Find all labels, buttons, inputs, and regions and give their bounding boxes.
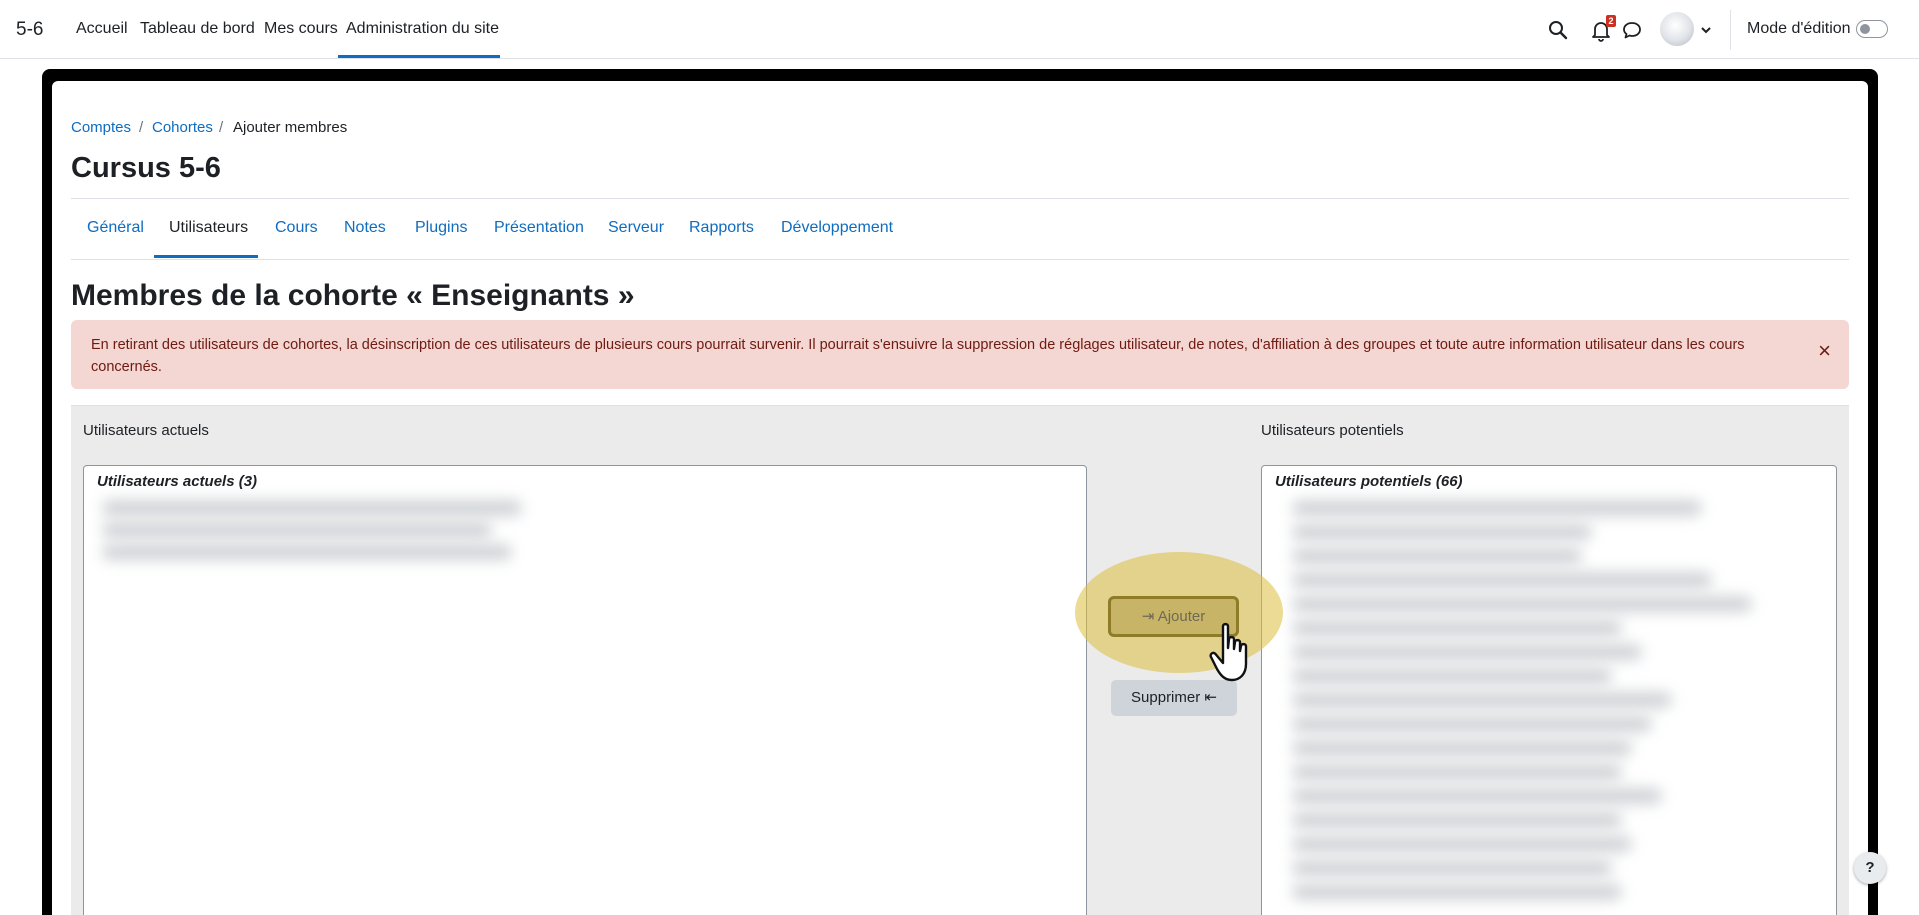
list-item[interactable] <box>1292 860 1612 876</box>
toggle-knob <box>1860 24 1870 34</box>
list-item[interactable] <box>1292 812 1622 828</box>
tab-notes[interactable]: Notes <box>344 219 386 237</box>
tab-serveur[interactable]: Serveur <box>608 219 664 237</box>
potential-users-label: Utilisateurs potentiels <box>1261 422 1404 439</box>
list-item[interactable] <box>1292 596 1752 612</box>
breadcrumb-current: Ajouter membres <box>233 119 348 136</box>
list-item[interactable] <box>102 544 512 560</box>
warning-alert: En retirant des utilisateurs de cohortes… <box>71 320 1849 389</box>
current-users-label: Utilisateurs actuels <box>83 422 209 439</box>
list-item[interactable] <box>1292 524 1592 540</box>
remove-button[interactable]: Supprimer ⇤ <box>1111 680 1237 716</box>
tab-cours[interactable]: Cours <box>275 219 318 237</box>
tab-general[interactable]: Général <box>87 219 144 237</box>
breadcrumb-separator: / <box>139 119 144 136</box>
nav-item-administration[interactable]: Administration du site <box>346 20 499 38</box>
divider <box>71 198 1849 199</box>
list-item[interactable] <box>1292 644 1642 660</box>
user-avatar[interactable] <box>1660 12 1694 46</box>
list-item[interactable] <box>1292 836 1632 852</box>
list-item[interactable] <box>1292 500 1702 516</box>
breadcrumb-link-cohortes[interactable]: Cohortes <box>152 119 213 136</box>
tab-presentation[interactable]: Présentation <box>494 219 584 237</box>
edit-mode-label: Mode d'édition <box>1747 20 1851 37</box>
search-icon[interactable] <box>1546 18 1570 42</box>
edit-mode-toggle[interactable] <box>1856 20 1888 38</box>
tab-plugins[interactable]: Plugins <box>415 219 467 237</box>
active-tab-indicator <box>154 255 258 258</box>
nav-item-mes-cours[interactable]: Mes cours <box>264 20 338 38</box>
breadcrumb-link-comptes[interactable]: Comptes <box>71 119 131 136</box>
help-button[interactable]: ? <box>1854 852 1886 884</box>
list-item[interactable] <box>1292 884 1622 900</box>
top-navbar: 5-6 Accueil Tableau de bord Mes cours Ad… <box>0 0 1919 59</box>
list-item[interactable] <box>102 522 492 538</box>
list-item[interactable] <box>1292 668 1612 684</box>
list-item[interactable] <box>1292 716 1652 732</box>
close-icon[interactable]: × <box>1818 340 1831 362</box>
notification-count-badge: 2 <box>1606 15 1616 27</box>
list-item[interactable] <box>1292 572 1712 588</box>
page-title: Cursus 5-6 <box>71 152 221 184</box>
navbar-divider <box>1730 10 1731 50</box>
list-item[interactable] <box>1292 788 1662 804</box>
list-item[interactable] <box>102 500 522 516</box>
alert-message: En retirant des utilisateurs de cohortes… <box>91 337 1745 375</box>
potential-users-group-title: Utilisateurs potentiels (66) <box>1275 473 1463 490</box>
list-item[interactable] <box>1292 764 1622 780</box>
nav-item-tableau-de-bord[interactable]: Tableau de bord <box>140 20 255 38</box>
nav-active-indicator <box>338 55 500 58</box>
site-brand[interactable]: 5-6 <box>16 19 43 41</box>
current-users-select[interactable]: Utilisateurs actuels (3) <box>83 465 1087 915</box>
potential-users-select[interactable]: Utilisateurs potentiels (66) <box>1261 465 1837 915</box>
hand-pointer-icon <box>1209 622 1248 682</box>
tab-utilisateurs[interactable]: Utilisateurs <box>169 219 248 237</box>
list-item[interactable] <box>1292 692 1672 708</box>
tab-rapports[interactable]: Rapports <box>689 219 754 237</box>
current-users-group-title: Utilisateurs actuels (3) <box>97 473 258 490</box>
tab-developpement[interactable]: Développement <box>781 219 893 237</box>
list-item[interactable] <box>1292 548 1582 564</box>
divider <box>71 259 1849 260</box>
chat-bubble-icon[interactable] <box>1620 18 1644 42</box>
list-item[interactable] <box>1292 740 1632 756</box>
breadcrumb-separator: / <box>219 119 224 136</box>
nav-item-accueil[interactable]: Accueil <box>76 20 128 38</box>
list-item[interactable] <box>1292 620 1622 636</box>
chevron-down-icon[interactable] <box>1700 24 1712 36</box>
cohort-heading: Membres de la cohorte « Enseignants » <box>71 279 635 312</box>
